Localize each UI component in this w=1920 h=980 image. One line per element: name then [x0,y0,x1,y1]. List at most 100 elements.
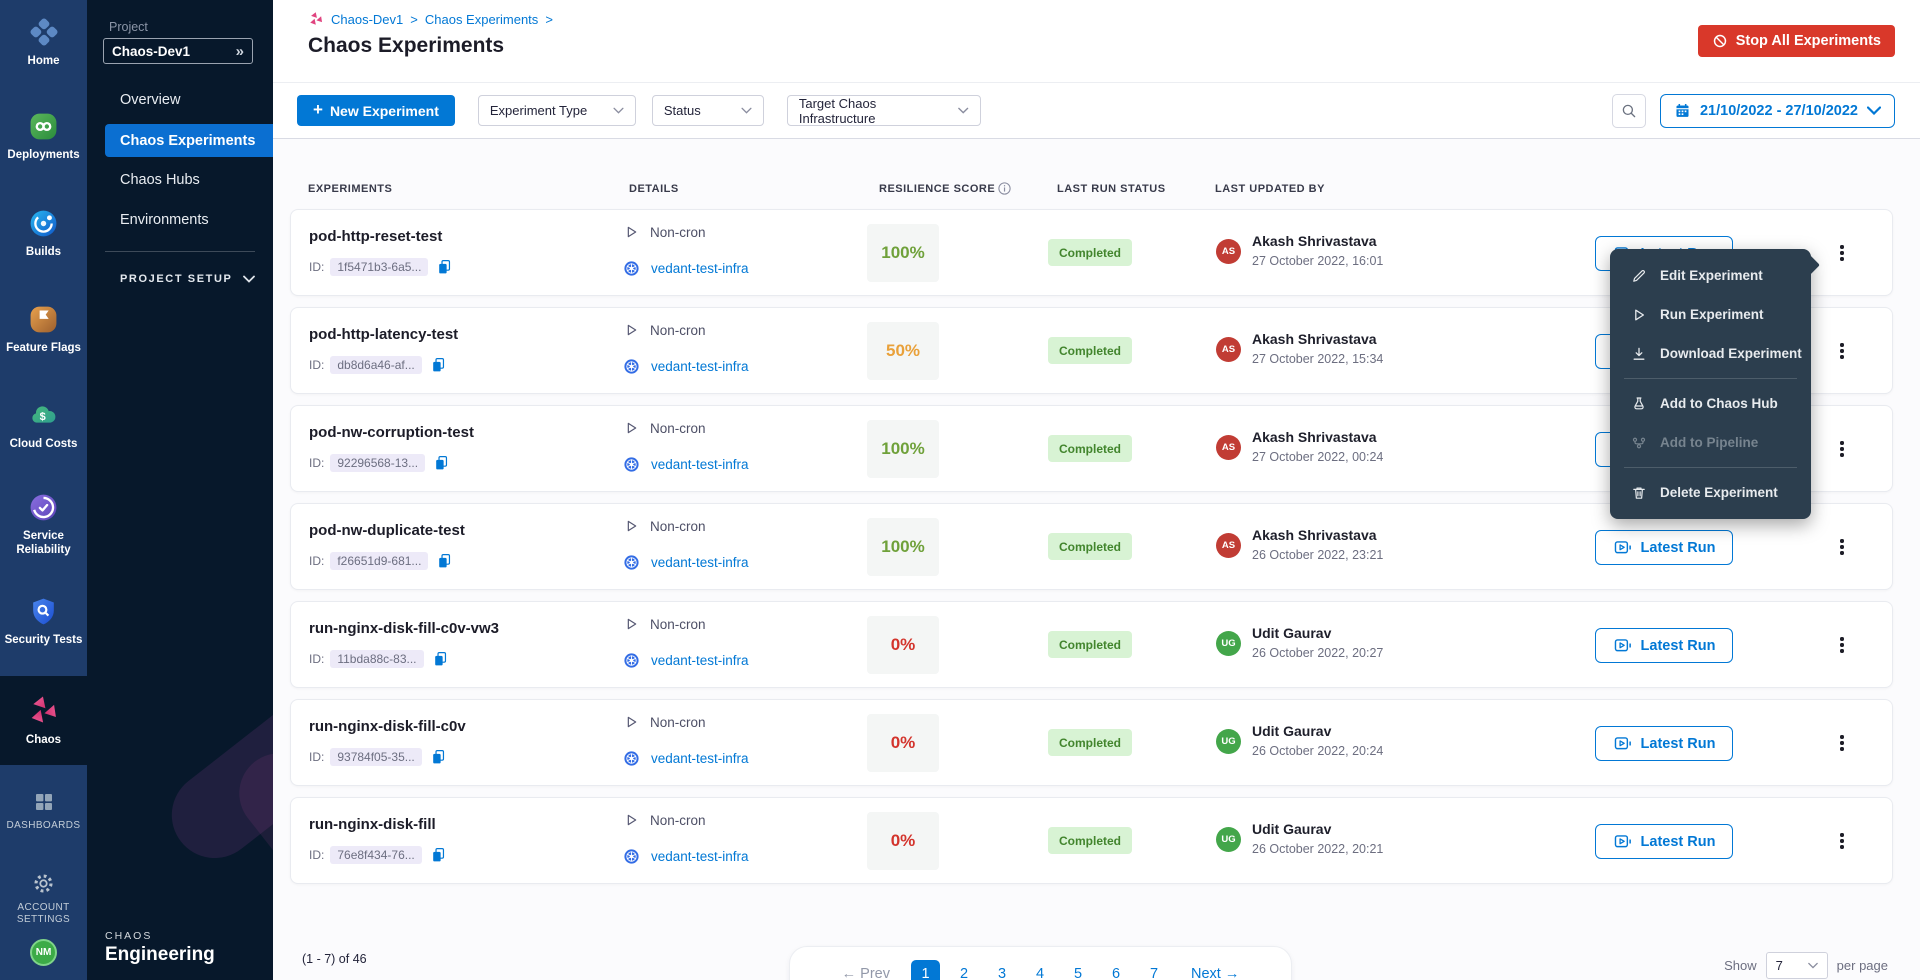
sidebar-item-security-tests[interactable]: Security Tests [0,585,87,658]
sidebar-item-feature-flags[interactable]: Feature Flags [0,293,87,366]
stop-all-experiments-button[interactable]: Stop All Experiments [1698,25,1895,57]
row-menu-kebab[interactable] [1833,534,1851,560]
row-menu-kebab[interactable] [1833,338,1851,364]
target-chaos-infrastructure-filter[interactable]: Target Chaos Infrastructure [787,95,981,126]
user-avatar[interactable]: NM [30,939,57,966]
row-menu-kebab[interactable] [1833,828,1851,854]
sidebar-item-chaos[interactable]: Chaos [0,676,87,765]
deployments-icon [28,111,59,142]
date-range-picker[interactable]: 21/10/2022 - 27/10/2022 [1660,94,1895,128]
experiment-name[interactable]: pod-http-reset-test [309,228,442,245]
latest-run-button[interactable]: Latest Run [1595,530,1733,565]
pagination-page-3[interactable]: 3 [983,960,1021,980]
sidebar-item-builds[interactable]: Builds [0,197,87,270]
menu-item-add-to-pipeline[interactable]: Add to Pipeline [1610,423,1811,462]
experiment-name[interactable]: run-nginx-disk-fill-c0v [309,718,466,735]
breadcrumb-page-link[interactable]: Chaos Experiments [425,12,538,27]
copy-icon[interactable] [430,356,447,374]
pagination-page-5[interactable]: 5 [1059,960,1097,980]
cron-play-icon [623,224,639,240]
nav-item-chaos-experiments[interactable]: Chaos Experiments [105,124,273,157]
project-setup-section[interactable]: PROJECT SETUP [120,273,255,285]
menu-item-edit-experiment[interactable]: Edit Experiment [1610,256,1811,295]
infrastructure-link[interactable]: vedant-test-infra [651,261,749,276]
status-filter[interactable]: Status [652,95,764,126]
new-experiment-button[interactable]: + New Experiment [297,95,455,126]
breadcrumb-project-link[interactable]: Chaos-Dev1 [331,12,403,27]
nav-item-chaos-hubs[interactable]: Chaos Hubs [87,160,273,200]
page-title: Chaos Experiments [308,34,504,58]
schedule-label: Non-cron [650,715,706,730]
row-menu-kebab[interactable] [1833,436,1851,462]
experiment-name[interactable]: run-nginx-disk-fill [309,816,436,833]
project-selector[interactable]: Chaos-Dev1 » [103,38,253,64]
infrastructure-link[interactable]: vedant-test-infra [651,849,749,864]
copy-icon[interactable] [436,552,453,570]
module-label: Feature Flags [6,341,81,355]
infrastructure-link[interactable]: vedant-test-infra [651,653,749,668]
project-label: Project [109,20,148,34]
copy-icon[interactable] [432,650,449,668]
experiment-name[interactable]: pod-http-latency-test [309,326,458,343]
kubernetes-icon [623,456,640,473]
module-label: Chaos [26,733,61,747]
row-menu-kebab[interactable] [1833,240,1851,266]
experiment-name[interactable]: run-nginx-disk-fill-c0v-vw3 [309,620,499,637]
schedule-line: Non-cron [623,322,706,338]
pagination-prev[interactable]: ← Prev [842,966,890,980]
infrastructure-link[interactable]: vedant-test-infra [651,457,749,472]
latest-run-button[interactable]: Latest Run [1595,726,1733,761]
pagination-page-6[interactable]: 6 [1097,960,1135,980]
sidebar-item-service-reliability[interactable]: Service Reliability [0,481,87,569]
page-size-select[interactable]: 7 [1766,952,1828,979]
experiment-type-filter[interactable]: Experiment Type [478,95,636,126]
experiment-id-line: ID: 11bda88c-83... [309,650,449,668]
sidebar-item-dashboards[interactable]: DASHBOARDS [0,779,87,844]
experiment-name[interactable]: pod-nw-corruption-test [309,424,474,441]
schedule-line: Non-cron [623,714,706,730]
sidebar-item-home[interactable]: Home [0,0,87,79]
expand-projects-icon[interactable]: » [236,43,244,60]
copy-icon[interactable] [436,258,453,276]
copy-icon[interactable] [433,454,450,472]
module-label: Cloud Costs [10,437,78,451]
cron-play-icon [623,714,639,730]
info-icon[interactable] [997,181,1012,196]
copy-icon[interactable] [430,846,447,864]
updated-by-date: 26 October 2022, 20:21 [1252,842,1383,856]
cron-play-icon [623,322,639,338]
latest-run-button[interactable]: Latest Run [1595,824,1733,859]
pagination-page-1[interactable]: 1 [911,960,940,980]
menu-item-delete-experiment[interactable]: Delete Experiment [1610,473,1811,512]
nav-item-overview[interactable]: Overview [87,80,273,120]
row-menu-kebab[interactable] [1833,632,1851,658]
experiment-id: 93784f05-35... [330,748,421,766]
sidebar-item-deployments[interactable]: Deployments [0,100,87,173]
avatar: AS [1216,239,1241,264]
menu-item-run-experiment[interactable]: Run Experiment [1610,295,1811,334]
schedule-label: Non-cron [650,225,706,240]
pagination-summary: (1 - 7) of 46 [302,952,367,966]
pagination-page-2[interactable]: 2 [945,960,983,980]
copy-icon[interactable] [430,748,447,766]
row-menu-kebab[interactable] [1833,730,1851,756]
breadcrumb: Chaos-Dev1 > Chaos Experiments > [308,11,553,27]
menu-divider [1624,467,1797,468]
experiment-name[interactable]: pod-nw-duplicate-test [309,522,465,539]
experiment-id: db8d6a46-af... [330,356,421,374]
menu-item-download-experiment[interactable]: Download Experiment [1610,334,1811,373]
nav-item-environments[interactable]: Environments [87,200,273,240]
sidebar-item-account-settings[interactable]: ACCOUNT SETTINGS [0,860,87,938]
infrastructure-link[interactable]: vedant-test-infra [651,751,749,766]
pagination-page-4[interactable]: 4 [1021,960,1059,980]
module-label: DASHBOARDS [6,820,80,833]
sidebar-item-cloud-costs[interactable]: $ Cloud Costs [0,389,87,462]
search-button[interactable] [1612,94,1646,128]
menu-item-add-to-chaos-hub[interactable]: Add to Chaos Hub [1610,384,1811,423]
infrastructure-link[interactable]: vedant-test-infra [651,359,749,374]
pagination-next[interactable]: Next → [1191,966,1239,980]
latest-run-button[interactable]: Latest Run [1595,628,1733,663]
menu-item-label: Add to Chaos Hub [1660,396,1778,411]
pagination-page-7[interactable]: 7 [1135,960,1173,980]
infrastructure-link[interactable]: vedant-test-infra [651,555,749,570]
